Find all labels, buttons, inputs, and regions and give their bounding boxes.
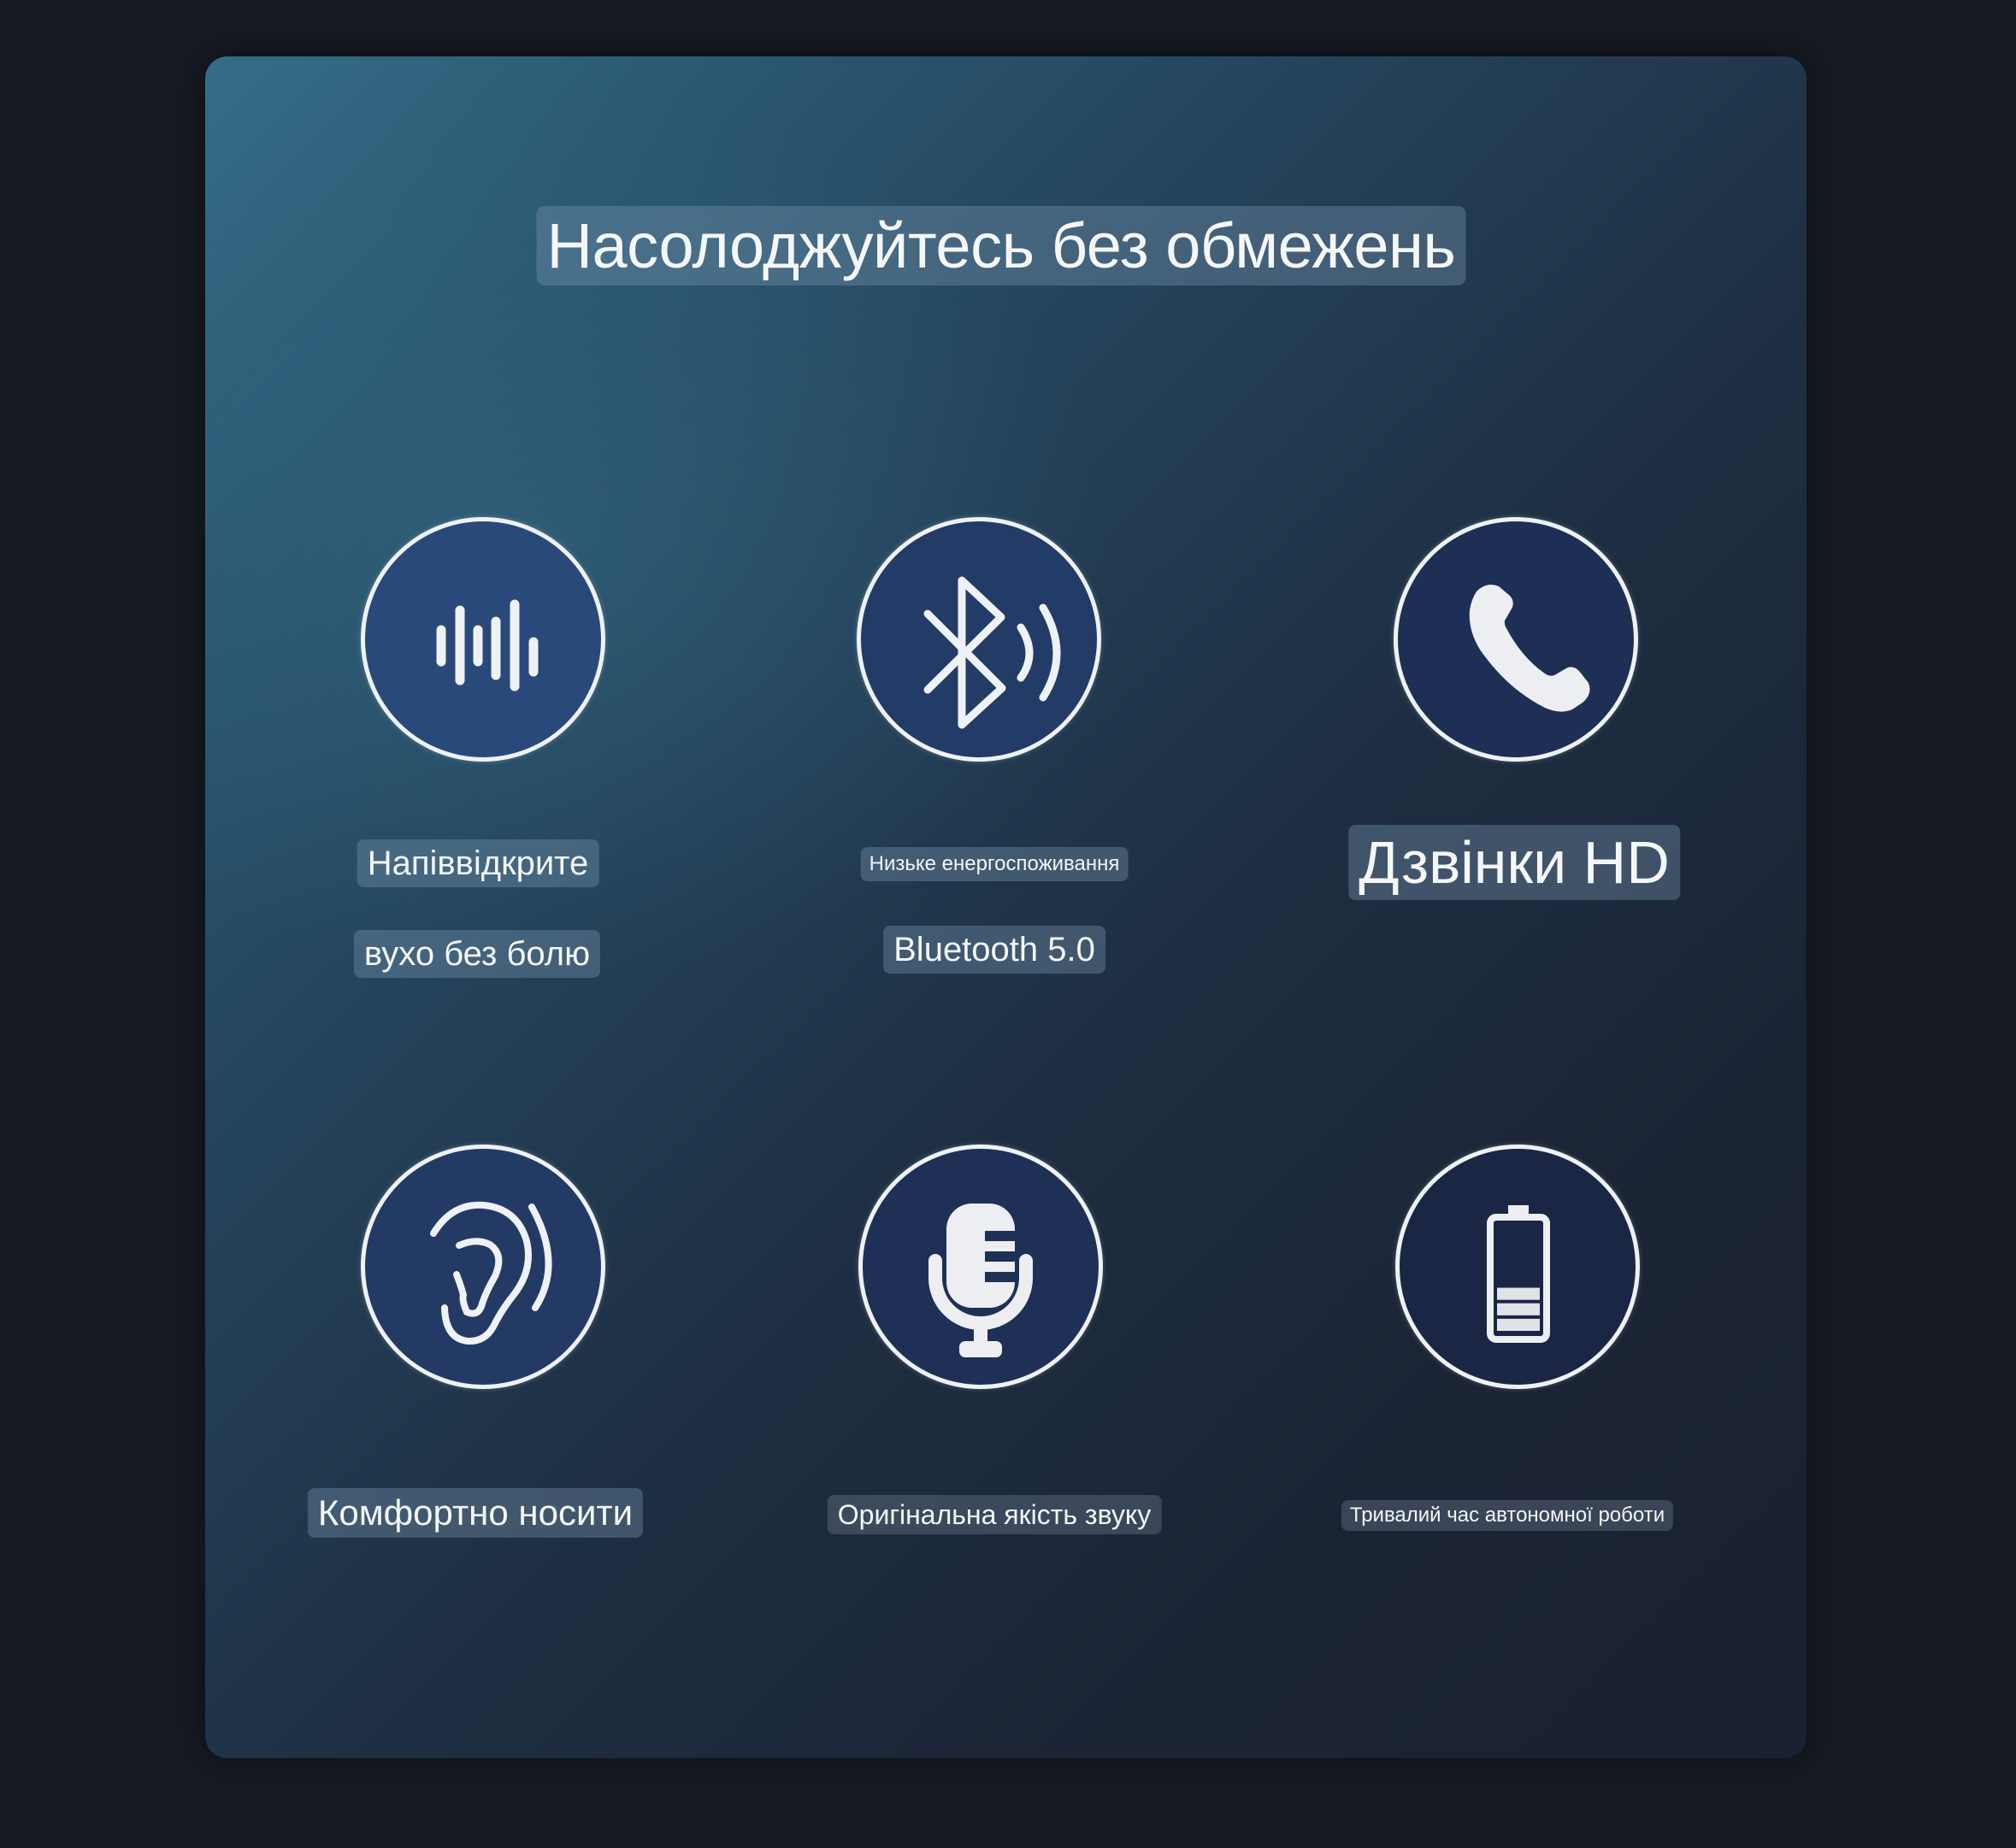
battery-icon (1487, 1205, 1550, 1343)
phone-icon (1469, 585, 1590, 712)
feature-comfort (361, 1145, 605, 1389)
feature-sound-quality (858, 1145, 1103, 1389)
feature-sound-wave (361, 517, 605, 762)
feature-label-line: Напіввідкрите (357, 839, 599, 887)
sound-wave-icon (436, 599, 539, 692)
bluetooth-signal-icon (923, 576, 1061, 729)
feature-hd-calls (1394, 517, 1638, 762)
feature-label-line: вухо без болю (353, 930, 601, 978)
battery-segment (1497, 1303, 1540, 1315)
ear-icon (430, 1201, 552, 1345)
feature-label-line: Дзвінки HD (1348, 825, 1680, 900)
feature-battery-life (1395, 1145, 1640, 1389)
feature-label-line: Низьке енергоспоживання (860, 847, 1129, 881)
feature-label-line: Комфортно носити (307, 1488, 644, 1538)
battery-level-bars (1497, 1287, 1540, 1331)
feature-label-line: Bluetooth 5.0 (883, 926, 1105, 974)
page-title: Насолоджуйтесь без обмежень (536, 206, 1466, 285)
battery-segment (1497, 1318, 1540, 1331)
feature-label-line: Оригінальна якість звуку (827, 1495, 1162, 1534)
feature-label-line: Тривалий час автономної роботи (1341, 1500, 1674, 1531)
microphone-icon (928, 1204, 1033, 1357)
feature-bluetooth (857, 517, 1101, 762)
battery-segment (1497, 1287, 1540, 1300)
